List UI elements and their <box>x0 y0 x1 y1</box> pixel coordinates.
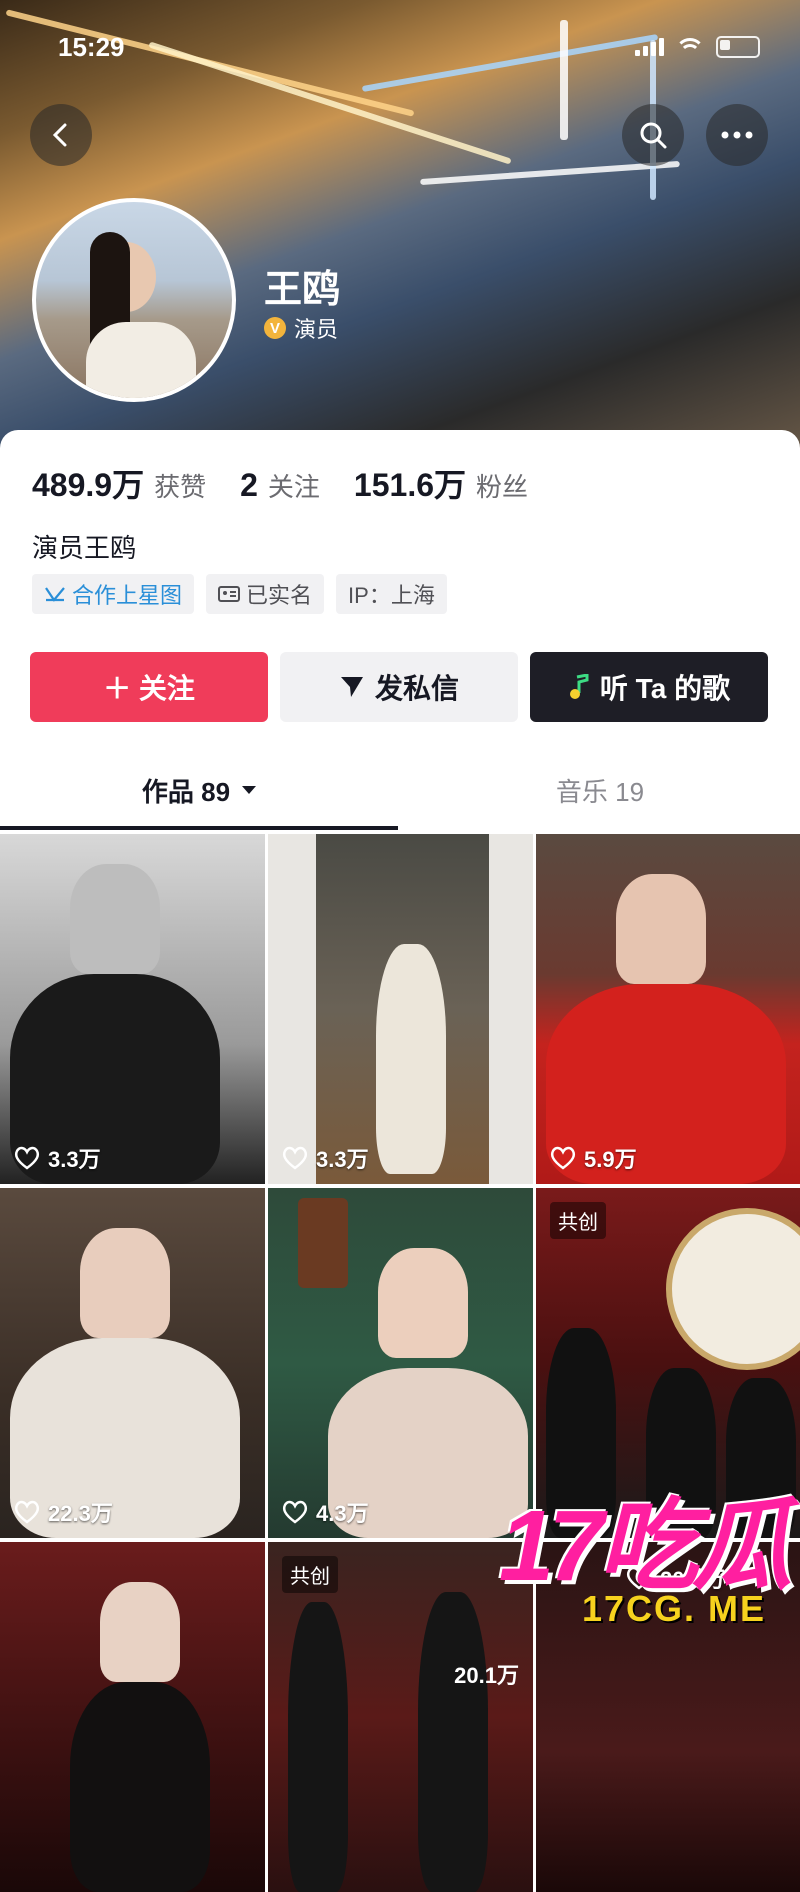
video-thumbnail[interactable]: 3.3万 <box>268 834 533 1184</box>
caret-down-icon <box>242 786 257 794</box>
tag-real-name: 已实名 <box>206 574 325 614</box>
watermark-logo-text: 17吃瓜 <box>498 1490 792 1602</box>
search-button[interactable] <box>622 104 684 166</box>
heart-icon <box>550 1146 576 1170</box>
heart-icon <box>14 1146 40 1170</box>
tab-works[interactable]: 作品 89 <box>0 752 400 828</box>
follow-button[interactable]: ＋ 关注 <box>30 652 268 722</box>
profile-header-banner: 15:29 王鸥 V 演员 <box>0 0 800 460</box>
content-tabs: 作品 89 音乐 19 <box>0 752 800 830</box>
likes-count: 3.3万 <box>48 1147 101 1172</box>
tag-star-map-label: 合作上星图 <box>72 583 183 608</box>
more-dots-icon <box>721 131 753 139</box>
send-icon <box>340 677 363 697</box>
likes-label: 获赞 <box>154 472 207 502</box>
avatar-clothes <box>86 322 196 398</box>
likes-overlay: 5.9万 <box>550 1142 637 1174</box>
tab-music[interactable]: 音乐 19 <box>400 752 800 828</box>
likes-overlay: 3.3万 <box>14 1142 101 1174</box>
video-thumbnail[interactable] <box>0 1542 265 1892</box>
music-note-icon <box>569 674 589 699</box>
video-thumbnail[interactable]: 共创 20.1万 <box>268 1542 533 1892</box>
tab-works-label: 作品 89 <box>141 776 231 807</box>
likes-count: 489.9万 <box>32 467 145 503</box>
status-time: 15:29 <box>58 32 125 62</box>
light-streak <box>148 41 512 165</box>
heart-icon <box>282 1146 308 1170</box>
tag-real-name-label: 已实名 <box>246 583 313 608</box>
wifi-icon <box>675 38 705 56</box>
followers-label[interactable]: 粉丝 <box>476 467 528 504</box>
back-button[interactable] <box>30 104 92 166</box>
tag-ip-location: IP：上海 <box>336 574 447 614</box>
light-streak <box>361 33 659 93</box>
likes-count: 20.1万 <box>454 1663 519 1688</box>
likes-overlay: 4.3万 <box>282 1496 369 1528</box>
status-icons <box>635 36 760 58</box>
video-thumbnail[interactable]: 22.3万 <box>0 1188 265 1538</box>
likes-count: 5.9万 <box>584 1147 637 1172</box>
action-buttons: ＋ 关注 发私信 听 Ta 的歌 <box>30 652 768 722</box>
heart-icon <box>282 1500 308 1524</box>
co-create-badge: 共创 <box>550 1202 606 1239</box>
heart-icon <box>14 1500 40 1524</box>
profile-name: 王鸥 <box>264 269 341 311</box>
tags-row: 合作上星图 已实名 IP：上海 <box>32 574 447 614</box>
light-streak <box>420 160 680 186</box>
video-thumbnail[interactable]: 3.3万 <box>0 834 265 1184</box>
message-button[interactable]: 发私信 <box>280 652 518 722</box>
light-streak <box>560 20 568 140</box>
profile-bio: 演员王鸥 <box>32 533 137 563</box>
battery-icon <box>716 36 760 58</box>
listen-song-label: 听 Ta 的歌 <box>599 673 731 704</box>
active-tab-indicator <box>0 826 398 830</box>
following-count[interactable]: 2 <box>240 467 258 504</box>
star-map-icon <box>45 587 65 602</box>
tag-star-map[interactable]: 合作上星图 <box>32 574 195 614</box>
likes-overlay: 22.3万 <box>14 1496 113 1528</box>
id-card-icon <box>218 586 241 602</box>
following-label[interactable]: 关注 <box>268 467 320 504</box>
search-icon <box>640 122 667 149</box>
watermark-site-text: 17CG. ME <box>581 1588 766 1629</box>
followers-count[interactable]: 151.6万 <box>354 460 466 506</box>
likes-count: 22.3万 <box>48 1501 113 1526</box>
video-thumbnail[interactable]: 共创 <box>536 1188 800 1538</box>
verified-row: V 演员 <box>264 312 338 344</box>
stats-row: 489.9万 获赞 2 关注 151.6万 粉丝 <box>32 460 562 506</box>
video-thumbnail[interactable]: 5.9万 <box>536 834 800 1184</box>
likes-count: 4.3万 <box>316 1501 369 1526</box>
likes-count: 3.3万 <box>316 1147 369 1172</box>
message-button-label: 发私信 <box>374 673 459 704</box>
chevron-left-icon <box>52 123 67 147</box>
more-button[interactable] <box>706 104 768 166</box>
verified-label: 演员 <box>294 317 339 342</box>
avatar[interactable] <box>32 198 236 402</box>
tag-ip-label: IP：上海 <box>348 583 435 608</box>
listen-song-button[interactable]: 听 Ta 的歌 <box>530 652 768 722</box>
watermark-logo: 17吃瓜 17CG. ME <box>498 1490 792 1629</box>
likes-overlay: 3.3万 <box>282 1142 369 1174</box>
verified-badge-icon: V <box>264 317 286 339</box>
video-thumbnail[interactable]: 4.3万 <box>268 1188 533 1538</box>
signal-icon <box>635 38 664 56</box>
co-create-badge: 共创 <box>282 1556 338 1593</box>
